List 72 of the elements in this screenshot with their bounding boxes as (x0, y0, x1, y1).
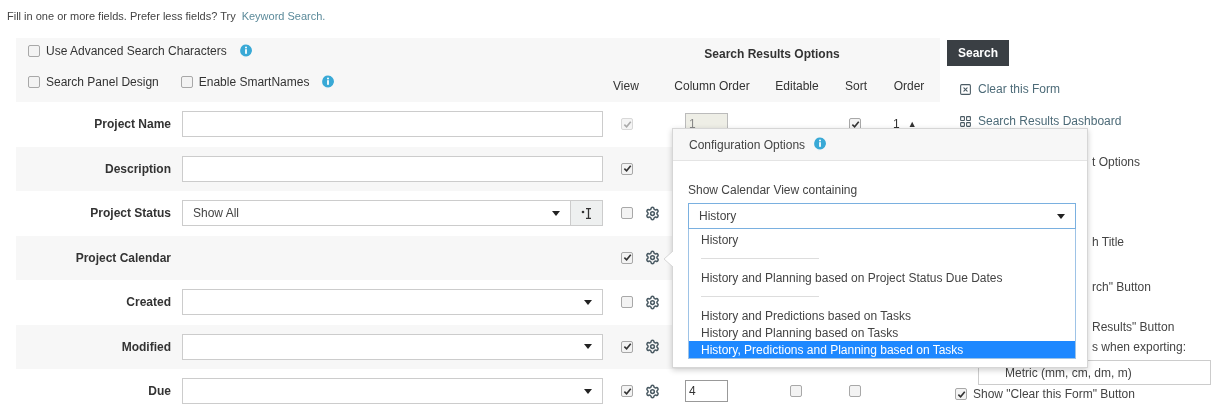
keyword-search-link[interactable]: Keyword Search. (241, 8, 326, 25)
section-title: Search Results Options (704, 46, 840, 63)
text-cursor-icon (580, 207, 593, 219)
settings-icon[interactable] (645, 383, 660, 399)
field-label: Modified (120, 338, 172, 356)
settings-icon[interactable] (645, 205, 660, 221)
field-label: Description (104, 160, 172, 178)
caret-icon (584, 344, 592, 350)
checkbox[interactable] (28, 45, 40, 57)
calendar-view-label: Show Calendar View containing (688, 182, 859, 197)
column-header: Sort (844, 78, 868, 95)
caret-icon (552, 210, 560, 216)
dropdown-option[interactable]: History and Predictions based on Tasks (689, 307, 1075, 324)
caret-icon (584, 388, 592, 394)
dropdown-field[interactable] (182, 333, 603, 360)
clear-form-icon (959, 82, 972, 96)
search-button[interactable]: Search (947, 40, 1010, 66)
field-label: Created (125, 294, 172, 312)
column-header: Column Order (673, 78, 751, 95)
calendar-view-select[interactable]: History (688, 203, 1076, 229)
column-order-input[interactable]: 4 (685, 380, 728, 403)
sort-checkbox[interactable] (849, 385, 861, 398)
field-label: Project Name (93, 116, 172, 134)
dropdown-option[interactable]: History and Planning based on Tasks (689, 324, 1075, 341)
text-input[interactable] (182, 155, 603, 182)
sidebar-link[interactable]: Clear this Form (978, 80, 1060, 98)
view-checkbox[interactable] (621, 207, 633, 220)
info-icon[interactable] (238, 43, 253, 59)
caret-icon (1057, 213, 1065, 219)
settings-icon[interactable] (645, 294, 660, 310)
sort-arrow[interactable]: ▲ (907, 117, 917, 131)
option-label: Results" Button (1092, 319, 1175, 334)
option-label: t Options (1092, 154, 1141, 169)
field-label: Project Calendar (74, 249, 172, 267)
option-label: rch" Button (1092, 279, 1151, 294)
checkbox-label: Use Advanced Search Characters (46, 43, 227, 60)
view-checkbox[interactable] (621, 340, 633, 353)
view-checkbox[interactable] (621, 385, 633, 398)
column-header: View (612, 78, 640, 95)
column-header: Editable (774, 78, 820, 95)
field-label: Due (147, 383, 172, 401)
option-label: h Title (1092, 234, 1124, 249)
checkbox[interactable] (28, 76, 40, 88)
dropdown-field[interactable]: Show All (182, 200, 571, 227)
caret-icon (584, 299, 592, 305)
column-header: Order (892, 78, 926, 95)
intro-text: Fill in one or more fields. Prefer less fields? Try (7, 9, 236, 24)
info-icon[interactable] (813, 137, 828, 152)
info-icon[interactable] (321, 74, 336, 90)
checkbox-label: Enable SmartNames (198, 74, 310, 91)
view-checkbox[interactable] (621, 296, 633, 309)
dropdown-field[interactable] (182, 378, 603, 405)
checkbox[interactable] (955, 388, 967, 400)
dropdown-option[interactable]: History and Planning based on Project Status Due Dates (689, 269, 1075, 286)
settings-icon[interactable] (645, 339, 660, 355)
sidebar-link[interactable]: Search Results Dashboard (978, 112, 1122, 130)
editable-checkbox[interactable] (790, 385, 802, 398)
dashboard-icon (959, 114, 972, 128)
field-label: Project Status (89, 205, 172, 223)
dropdown-field[interactable] (182, 289, 603, 316)
checkbox[interactable] (180, 76, 193, 88)
dropdown-option[interactable]: History (689, 231, 1075, 248)
view-checkbox[interactable] (621, 251, 633, 264)
option-label: s when exporting: (1092, 339, 1187, 354)
checkbox-label: Show "Clear this Form" Button (973, 386, 1135, 403)
sort-order: 1 (893, 116, 900, 134)
checkbox-label: Search Panel Design (46, 74, 159, 91)
view-checkbox[interactable] (621, 162, 633, 175)
insert-button[interactable] (571, 200, 603, 227)
popover-title: Configuration Options (689, 136, 806, 154)
text-input[interactable] (182, 111, 603, 138)
settings-icon[interactable] (645, 250, 660, 266)
